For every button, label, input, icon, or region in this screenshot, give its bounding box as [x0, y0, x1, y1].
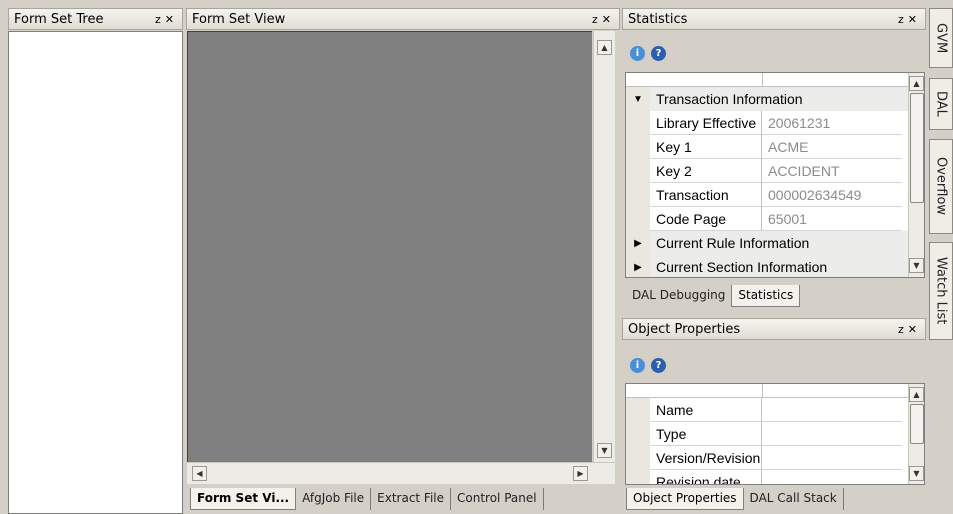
- property-value: ACME: [762, 135, 902, 159]
- close-icon[interactable]: ✕: [908, 13, 921, 26]
- scroll-right-icon[interactable]: ▶: [573, 466, 588, 481]
- category-section[interactable]: ▶ Current Section Information: [626, 255, 908, 277]
- object-properties-vscrollbar[interactable]: ▲ ▼: [908, 384, 924, 484]
- tab-afgjob-file[interactable]: AfgJob File: [296, 488, 372, 510]
- pin-icon[interactable]: ᴢ: [898, 323, 908, 336]
- help-icon[interactable]: ?: [651, 357, 666, 373]
- property-row[interactable]: Type: [626, 422, 902, 446]
- tab-dal-call-stack[interactable]: DAL Call Stack: [744, 488, 844, 510]
- scroll-up-icon[interactable]: ▲: [597, 40, 612, 55]
- property-row[interactable]: Name: [626, 398, 902, 422]
- form-set-view-title: Form Set View: [192, 11, 286, 27]
- expand-icon[interactable]: ▶: [626, 255, 650, 277]
- property-value: 000002634549: [762, 183, 902, 207]
- property-row[interactable]: Revision date: [626, 470, 902, 484]
- form-set-tree-panel[interactable]: [8, 31, 183, 514]
- property-name: Library Effective Date: [650, 111, 762, 135]
- property-name: Key 2: [650, 159, 762, 183]
- pin-icon[interactable]: ᴢ: [898, 13, 908, 26]
- form-set-tree-header: Form Set Tree ᴢ✕: [8, 8, 183, 30]
- object-properties-title: Object Properties: [628, 321, 741, 337]
- center-tabstrip: Form Set Vi... AfgJob File Extract File …: [190, 488, 618, 512]
- category-rule[interactable]: ▶ Current Rule Information: [626, 231, 908, 255]
- category-label: Transaction Information: [656, 91, 803, 107]
- category-label: Current Rule Information: [656, 235, 810, 251]
- tab-statistics[interactable]: Statistics: [731, 285, 801, 307]
- scroll-left-icon[interactable]: ◀: [192, 466, 207, 481]
- statistics-vscrollbar[interactable]: ▲ ▼: [908, 73, 924, 277]
- scroll-thumb[interactable]: [910, 93, 924, 203]
- statistics-header: Statistics ᴢ✕: [622, 8, 926, 30]
- close-icon[interactable]: ✕: [908, 323, 921, 336]
- property-name: Version/Revision: [650, 446, 762, 470]
- statistics-tabstrip: DAL Debugging Statistics: [626, 285, 926, 309]
- property-value: 65001: [762, 207, 902, 231]
- property-name: Transaction: [650, 183, 762, 207]
- expand-icon[interactable]: ▶: [626, 231, 650, 255]
- tab-extract-file[interactable]: Extract File: [371, 488, 452, 510]
- info-icon[interactable]: i: [630, 357, 645, 373]
- property-value: ACCIDENT: [762, 159, 902, 183]
- close-icon[interactable]: ✕: [165, 13, 178, 26]
- statistics-grid[interactable]: ▼ Transaction Information Library Effect…: [625, 72, 925, 278]
- scroll-down-icon[interactable]: ▼: [909, 258, 924, 273]
- property-name: Type: [650, 422, 762, 446]
- category-label: Current Section Information: [656, 259, 828, 275]
- statistics-title: Statistics: [628, 11, 688, 27]
- property-value: 20061231: [762, 111, 902, 135]
- property-row[interactable]: Version/Revision: [626, 446, 902, 470]
- property-value: [762, 398, 902, 422]
- property-name: Code Page: [650, 207, 762, 231]
- property-value: [762, 470, 902, 484]
- scroll-up-icon[interactable]: ▲: [909, 387, 924, 402]
- side-tab-overflow[interactable]: Overflow: [929, 139, 953, 234]
- property-value: [762, 446, 902, 470]
- object-properties-toolbar: i ?: [622, 350, 926, 380]
- object-properties-grid[interactable]: Name Type Version/Revision Revision date…: [625, 383, 925, 485]
- side-tab-gvm[interactable]: GVM: [929, 8, 953, 68]
- side-tab-dal[interactable]: DAL: [929, 78, 953, 130]
- category-transaction[interactable]: ▼ Transaction Information: [626, 87, 908, 111]
- object-properties-header: Object Properties ᴢ✕: [622, 318, 926, 340]
- side-tab-watch-list[interactable]: Watch List: [929, 242, 953, 340]
- property-row[interactable]: Key 1 ACME: [626, 135, 902, 159]
- close-icon[interactable]: ✕: [602, 13, 615, 26]
- property-value: [762, 422, 902, 446]
- scroll-down-icon[interactable]: ▼: [597, 443, 612, 458]
- property-row[interactable]: Key 2 ACCIDENT: [626, 159, 902, 183]
- tab-control-panel[interactable]: Control Panel: [451, 488, 544, 510]
- tab-object-properties[interactable]: Object Properties: [626, 488, 744, 510]
- tab-dal-debugging[interactable]: DAL Debugging: [626, 285, 731, 307]
- scroll-thumb[interactable]: [910, 404, 924, 444]
- form-set-view-canvas[interactable]: [187, 31, 592, 462]
- pin-icon[interactable]: ᴢ: [592, 13, 602, 26]
- statistics-toolbar: i ?: [622, 38, 926, 68]
- property-row[interactable]: Code Page 65001: [626, 207, 902, 231]
- form-view-hscrollbar[interactable]: ◀ ▶: [187, 462, 615, 484]
- property-name: Revision date: [650, 470, 762, 484]
- form-set-tree-title: Form Set Tree: [14, 11, 104, 27]
- property-name: Name: [650, 398, 762, 422]
- scroll-down-icon[interactable]: ▼: [909, 466, 924, 481]
- form-view-vscrollbar[interactable]: ▲ ▼: [593, 31, 615, 462]
- object-properties-tabstrip: Object Properties DAL Call Stack: [626, 488, 926, 512]
- form-set-view-header: Form Set View ᴢ✕: [186, 8, 620, 30]
- property-name: Key 1: [650, 135, 762, 159]
- help-icon[interactable]: ?: [651, 45, 666, 61]
- pin-icon[interactable]: ᴢ: [155, 13, 165, 26]
- property-row[interactable]: Library Effective Date20061231: [626, 111, 902, 135]
- info-icon[interactable]: i: [630, 45, 645, 61]
- tab-form-set-view[interactable]: Form Set Vi...: [190, 488, 297, 510]
- property-row[interactable]: Transaction 000002634549: [626, 183, 902, 207]
- collapse-icon[interactable]: ▼: [626, 87, 650, 111]
- scroll-up-icon[interactable]: ▲: [909, 76, 924, 91]
